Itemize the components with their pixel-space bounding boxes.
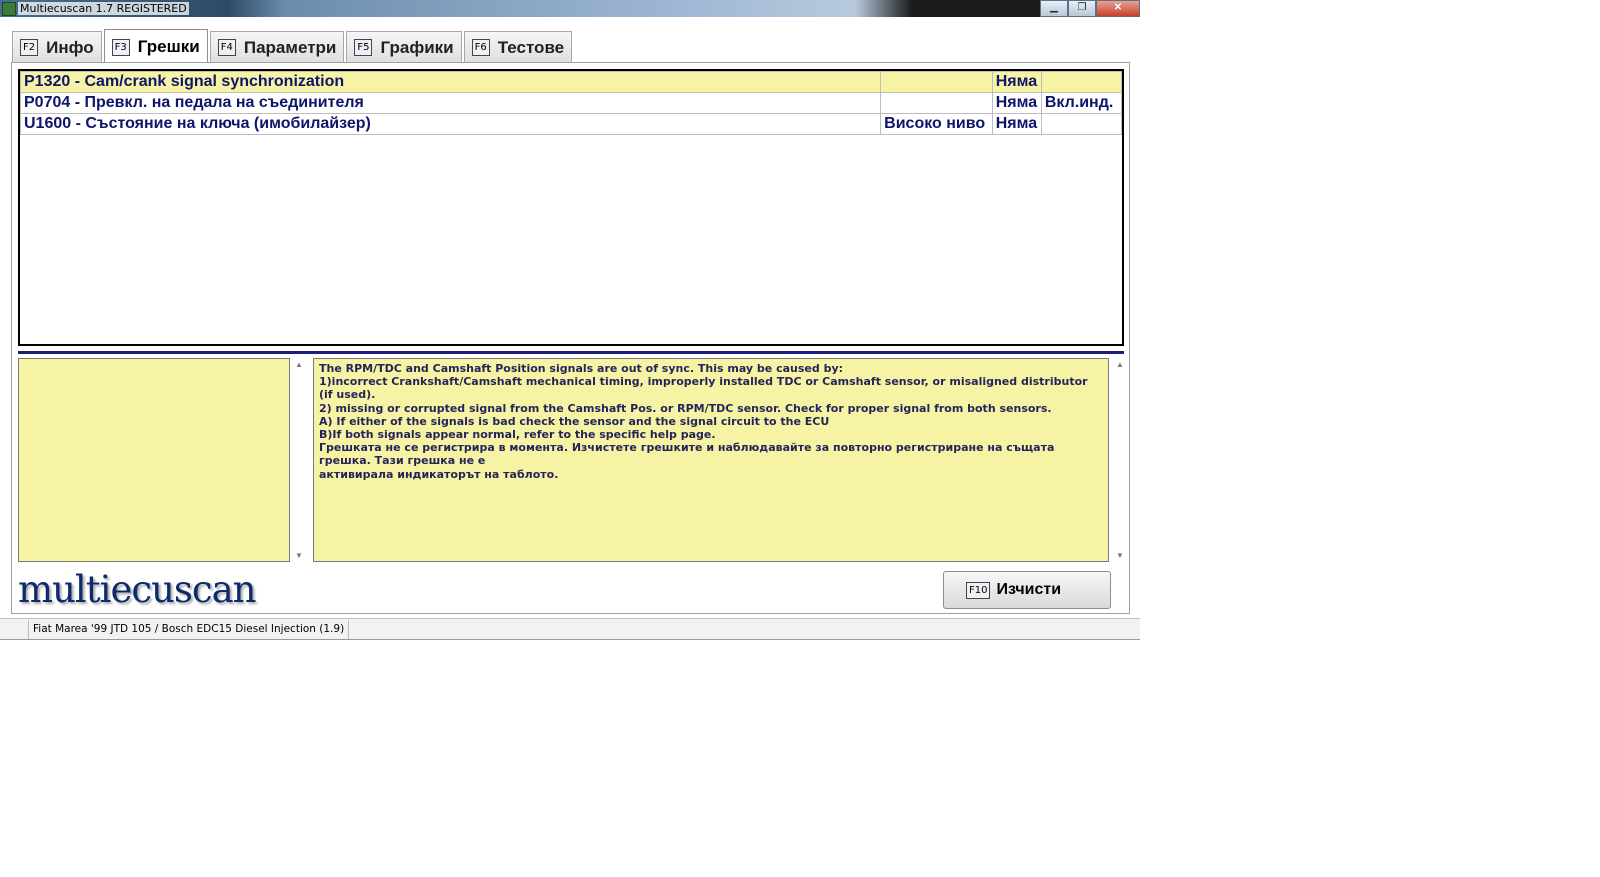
window-controls: ▁ ❐ ✕ [1040,0,1140,17]
app-icon [2,2,16,16]
fault-status: Няма [991,71,1042,93]
f3-key-badge: F3 [111,38,130,56]
f10-key-badge: F10 [966,581,991,599]
minimize-button[interactable]: ▁ [1040,0,1068,17]
f5-key-badge: F5 [354,39,373,56]
fault-table: P1320 - Cam/crank signal synchronization… [19,71,1123,135]
clear-faults-label: Изчисти [996,581,1062,598]
fault-code: U1600 - Състояние на ключа (имобилайзер) [19,113,882,135]
scroll-up-arrow-icon[interactable]: ▲ [1116,360,1124,369]
scroll-down-arrow-icon[interactable]: ▼ [1116,551,1124,560]
fault-row-u1600[interactable]: U1600 - Състояние на ключа (имобилайзер)… [19,113,1123,135]
multiecuscan-logo: multiecuscan [18,568,256,611]
description-line: Грешката не се регистрира в момента. Изч… [319,441,1055,468]
fault-level [880,71,993,93]
fault-indicator: Вкл.инд. [1040,92,1123,114]
fault-row-p1320[interactable]: P1320 - Cam/crank signal synchronization… [19,71,1123,93]
clear-faults-button[interactable]: F10 Изчисти [943,571,1111,609]
description-line: активирала индикаторът на таблото. [319,467,559,481]
status-bar: Fiat Marea '99 JTD 105 / Bosch EDC15 Die… [0,618,1140,640]
fault-row-p0704[interactable]: P0704 - Превкл. на педала на съединителя… [19,92,1123,114]
fault-description-box[interactable]: The RPM/TDC and Camshaft Position signal… [313,358,1109,562]
f6-key-badge: F6 [471,39,490,56]
window-title: Multiecuscan 1.7 REGISTERED [18,2,189,15]
tab-info-label: Инфо [46,37,94,57]
tab-faults-label: Грешки [137,37,200,56]
tab-bar: F2 Инфо F3 Грешки F4 Параметри F5 График… [12,29,574,64]
freeze-frame-scrollbar[interactable]: ▲ ▼ [291,358,307,562]
scroll-down-arrow-icon[interactable]: ▼ [295,551,303,560]
fault-list[interactable]: P1320 - Cam/crank signal synchronization… [18,69,1124,346]
fault-status: Няма [991,113,1042,135]
tab-graphs-label: Графики [380,37,454,57]
description-line: 1)incorrect Crankshaft/Camshaft mechanic… [319,375,1088,402]
tab-tests[interactable]: F6 Тестове [463,31,573,63]
tab-parameters[interactable]: F4 Параметри [209,31,345,63]
freeze-frame-box[interactable] [18,358,290,562]
tab-graphs[interactable]: F5 Графики [346,31,462,63]
description-scrollbar[interactable]: ▲ ▼ [1112,358,1128,562]
fault-indicator [1040,113,1123,135]
description-line: B)If both signals appear normal, refer t… [319,428,716,442]
tab-faults[interactable]: F3 Грешки [103,29,208,64]
fault-level [880,92,993,114]
description-line: A) If either of the signals is bad check… [319,414,830,428]
restore-button[interactable]: ❐ [1068,0,1096,17]
f4-key-badge: F4 [217,39,236,56]
f2-key-badge: F2 [20,39,39,56]
tab-tests-label: Тестове [497,37,565,57]
fault-code: P1320 - Cam/crank signal synchronization [19,71,882,93]
faults-panel: P1320 - Cam/crank signal synchronization… [11,62,1130,614]
tab-parameters-label: Параметри [243,37,337,57]
fault-level: Високо ниво [880,113,993,135]
title-bar: Multiecuscan 1.7 REGISTERED ▁ ❐ ✕ [0,0,1140,17]
scroll-up-arrow-icon[interactable]: ▲ [295,360,303,369]
tab-info[interactable]: F2 Инфо [12,31,102,63]
description-line: 2) missing or corrupted signal from the … [319,401,1052,415]
description-line: The RPM/TDC and Camshaft Position signal… [319,362,844,375]
close-button[interactable]: ✕ [1096,0,1140,17]
fault-indicator [1040,71,1123,93]
vehicle-info: Fiat Marea '99 JTD 105 / Bosch EDC15 Die… [28,620,350,639]
fault-code: P0704 - Превкл. на педала на съединителя [19,92,882,114]
splitter[interactable] [18,351,1124,354]
fault-status: Няма [991,92,1042,114]
